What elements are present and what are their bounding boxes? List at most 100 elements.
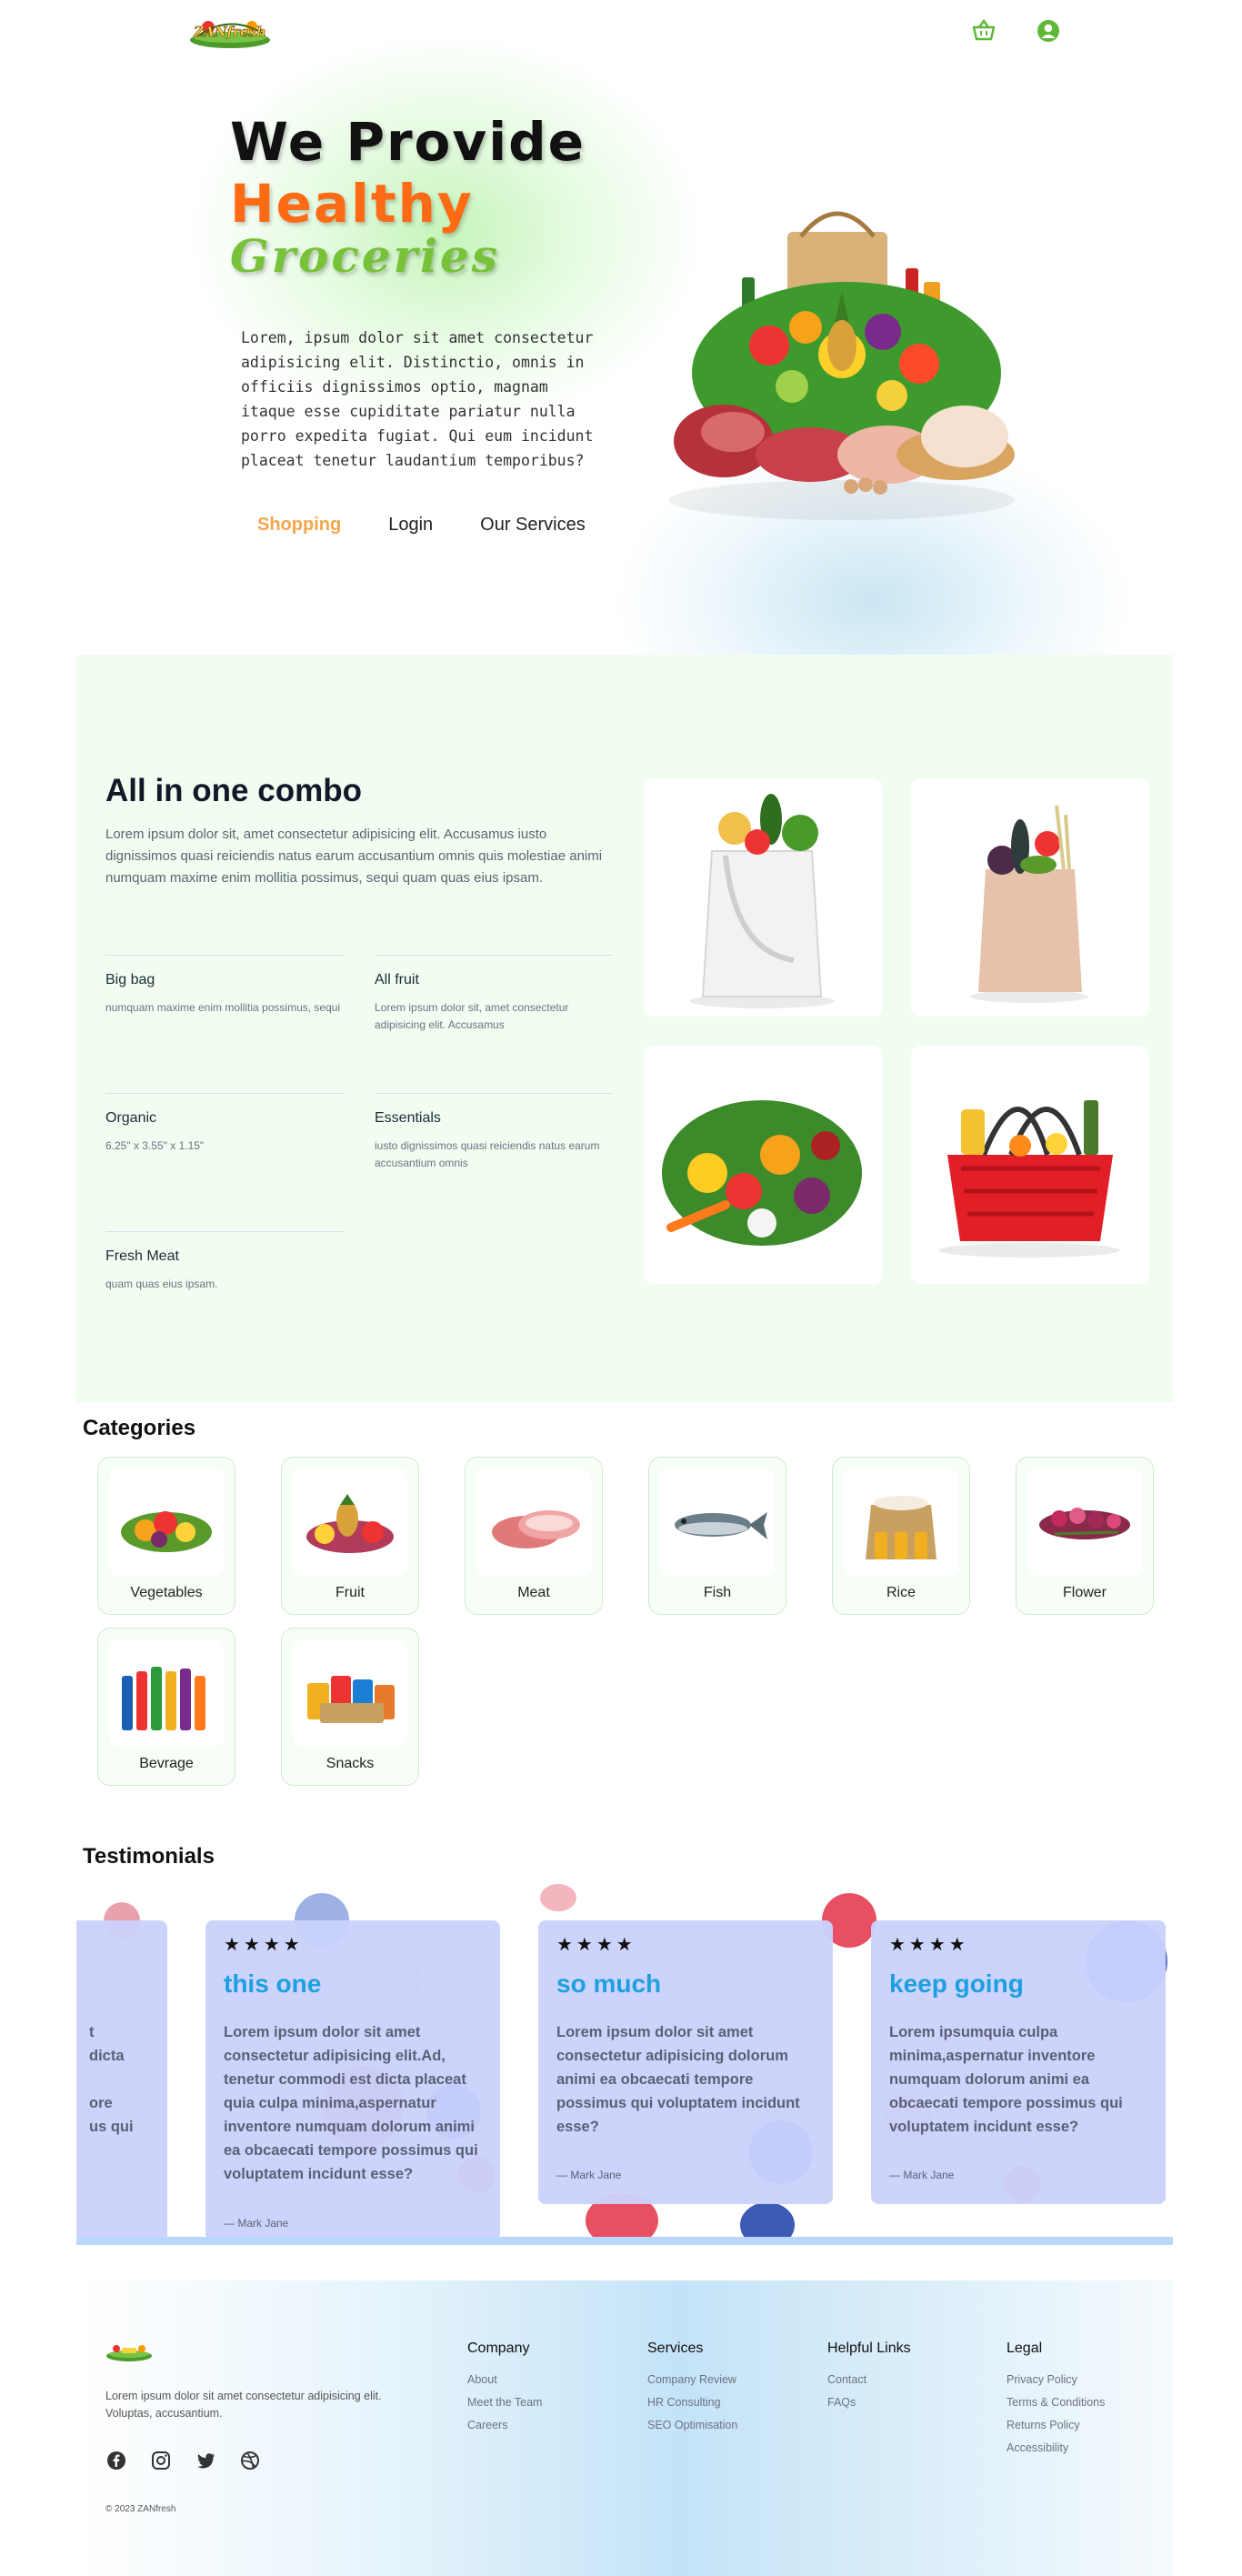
footer-link-company-review[interactable]: Company Review (647, 2373, 737, 2386)
combo-image-tote-bag[interactable] (644, 778, 882, 1017)
testimonial-card[interactable]: ★★★★ so much Lorem ipsum dolor sit amet … (538, 1920, 833, 2204)
footer-link-about[interactable]: About (467, 2373, 542, 2386)
fish-image (660, 1468, 775, 1576)
feature-title: Big bag (105, 972, 155, 987)
feature-title: All fruit (375, 972, 419, 987)
svg-text:ZANfresh: ZANfresh (193, 24, 266, 40)
testimonial-card[interactable]: ★★★★ this one Lorem ipsum dolor sit amet… (205, 1920, 500, 2239)
hero-description: Lorem, ipsum dolor sit amet consectetur … (241, 329, 594, 469)
feature-all-fruit: All fruit Lorem ipsum dolor sit, amet co… (375, 955, 613, 1034)
footer-link-faqs[interactable]: FAQs (827, 2396, 911, 2409)
testimonials-carousel[interactable]: t dicta ore us qui ★★★★ this one Lorem i… (76, 1884, 1173, 2239)
footer-column-title: Services (647, 2340, 704, 2356)
footer-link-contact[interactable]: Contact (827, 2373, 911, 2386)
instagram-icon[interactable] (150, 2450, 172, 2471)
rice-image (844, 1468, 958, 1576)
feature-title: Organic (105, 1110, 157, 1126)
footer-link-accessibility[interactable]: Accessibility (1007, 2441, 1105, 2454)
testimonial-title: this one (224, 1970, 322, 1998)
fruit-image (293, 1468, 407, 1576)
basket-icon[interactable] (970, 17, 997, 45)
user-circle-icon[interactable] (1035, 17, 1062, 45)
testimonial-title: keep going (889, 1970, 1024, 1998)
category-meat[interactable]: Meat (465, 1457, 603, 1615)
footer-logo[interactable] (105, 2340, 153, 2362)
top-navbar: ZANfresh (0, 0, 1242, 64)
category-bevrage[interactable]: Bevrage (97, 1628, 235, 1786)
hero-nav: Shopping Login Our Services (257, 515, 586, 536)
category-label: Fish (703, 1585, 732, 1600)
star-rating: ★★★★ (224, 1935, 304, 1955)
category-label: Rice (886, 1585, 916, 1600)
feature-essentials: Essentials iusto dignissimos quasi reici… (375, 1093, 613, 1172)
category-label: Meat (517, 1585, 550, 1600)
nav-login-link[interactable]: Login (388, 515, 433, 536)
hero-title-line-3: Groceries (230, 229, 500, 283)
category-label: Bevrage (139, 1756, 194, 1771)
testimonial-author: — Mark Jane (224, 2217, 289, 2230)
footer-link-careers[interactable]: Careers (467, 2419, 542, 2431)
feature-big-bag: Big bag numquam maxime enim mollitia pos… (105, 955, 344, 1017)
category-vegetables[interactable]: Vegetables (97, 1457, 235, 1615)
testimonial-body: Lorem ipsumquia culpa minima,aspernatur … (889, 2024, 1123, 2135)
footer-column-helpful-links: Helpful Links Contact FAQs (827, 2340, 911, 2419)
testimonial-card[interactable]: ★★★★ keep going Lorem ipsumquia culpa mi… (871, 1920, 1166, 2204)
testimonial-author: — Mark Jane (556, 2169, 622, 2181)
feature-text: 6.25" x 3.55" x 1.15" (105, 1139, 205, 1152)
combo-image-red-basket[interactable] (911, 1046, 1149, 1284)
feature-title: Essentials (375, 1110, 441, 1126)
footer-link-team[interactable]: Meet the Team (467, 2396, 542, 2409)
feature-organic: Organic 6.25" x 3.55" x 1.15" (105, 1093, 344, 1155)
footer-column-title: Company (467, 2340, 530, 2356)
footer-description: Lorem ipsum dolor sit amet consectetur a… (105, 2390, 382, 2420)
copyright: © 2023 ZANfresh (105, 2504, 176, 2514)
nav-services-link[interactable]: Our Services (480, 515, 586, 536)
category-snacks[interactable]: Snacks (281, 1628, 419, 1786)
category-flower[interactable]: Flower (1016, 1457, 1154, 1615)
dribbble-icon[interactable] (239, 2450, 261, 2471)
combo-section: All in one combo Lorem ipsum dolor sit, … (76, 655, 1173, 1402)
hero-title-line-2: Healthy (230, 173, 474, 235)
category-label: Vegetables (130, 1585, 203, 1600)
facebook-icon[interactable] (105, 2450, 127, 2471)
feature-text: numquam maxime enim mollitia possimus, s… (105, 1001, 341, 1014)
category-fruit[interactable]: Fruit (281, 1457, 419, 1615)
testimonial-card-partial[interactable]: t dicta ore us qui (76, 1920, 167, 2239)
star-rating: ★★★★ (889, 1935, 969, 1955)
category-label: Fruit (336, 1585, 365, 1600)
feature-text: iusto dignissimos quasi reiciendis natus… (375, 1139, 600, 1169)
nav-shopping-link[interactable]: Shopping (257, 515, 341, 536)
footer-column-title: Helpful Links (827, 2340, 911, 2356)
combo-image-vegetables[interactable] (644, 1046, 882, 1284)
testimonials-title: Testimonials (83, 1844, 215, 1869)
testimonial-body: Lorem ipsum dolor sit amet consectetur a… (224, 2024, 478, 2182)
bevrage-image (109, 1639, 224, 1747)
combo-description: Lorem ipsum dolor sit, amet consectetur … (105, 827, 603, 886)
combo-title: All in one combo (105, 773, 362, 808)
feature-text: quam quas eius ipsam. (105, 1278, 218, 1290)
carousel-scrollbar[interactable] (76, 2237, 1173, 2245)
feature-title: Fresh Meat (105, 1248, 179, 1264)
star-rating: ★★★★ (556, 1935, 636, 1955)
footer-link-hr-consulting[interactable]: HR Consulting (647, 2396, 737, 2409)
feature-fresh-meat: Fresh Meat quam quas eius ipsam. (105, 1231, 344, 1293)
category-fish[interactable]: Fish (648, 1457, 786, 1615)
footer-column-title: Legal (1007, 2340, 1043, 2356)
category-rice[interactable]: Rice (832, 1457, 970, 1615)
bubble-decoration (540, 1884, 576, 1911)
zanfresh-logo[interactable]: ZANfresh (188, 13, 272, 51)
footer-link-terms[interactable]: Terms & Conditions (1007, 2396, 1105, 2409)
footer-link-privacy[interactable]: Privacy Policy (1007, 2373, 1105, 2386)
flower-image (1027, 1468, 1142, 1576)
combo-image-paper-bag[interactable] (911, 778, 1149, 1017)
twitter-icon[interactable] (195, 2450, 216, 2471)
footer-link-returns[interactable]: Returns Policy (1007, 2419, 1105, 2431)
footer-link-seo[interactable]: SEO Optimisation (647, 2419, 737, 2431)
vegetables-image (109, 1468, 224, 1576)
snacks-image (293, 1639, 407, 1747)
bubble-decoration (740, 2202, 795, 2239)
category-label: Flower (1062, 1585, 1107, 1600)
testimonial-title: so much (556, 1970, 662, 1998)
footer-column-company: Company About Meet the Team Careers (467, 2340, 542, 2441)
footer-column-services: Services Company Review HR Consulting SE… (647, 2340, 737, 2441)
